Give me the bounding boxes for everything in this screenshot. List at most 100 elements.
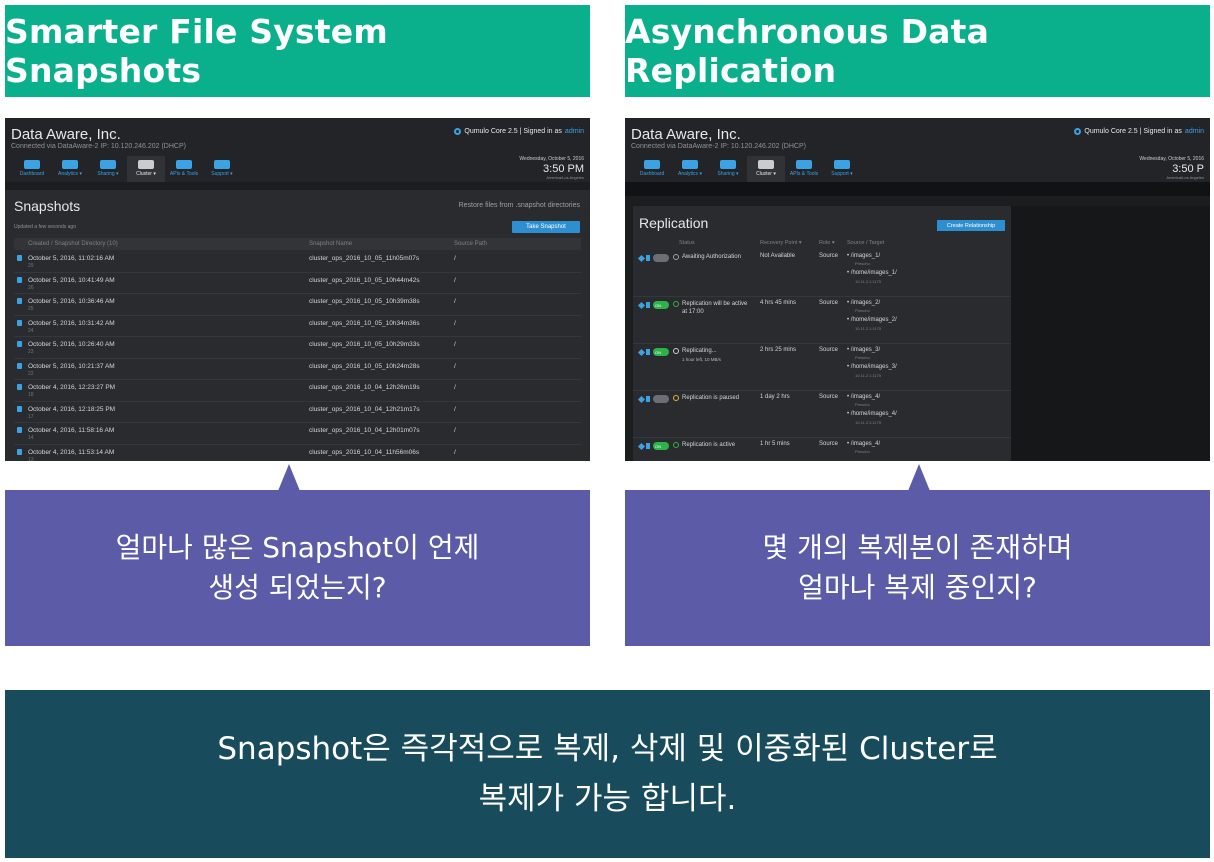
nav-cluster[interactable]: Cluster ▾ bbox=[127, 156, 165, 182]
snapshot-name: cluster_ops_2016_10_05_10h34m36s bbox=[309, 319, 420, 327]
replication-panel: Replication Create Relationship Status R… bbox=[633, 206, 1011, 461]
column-status[interactable]: Status bbox=[679, 240, 695, 246]
enable-toggle[interactable] bbox=[653, 254, 669, 262]
user-link[interactable]: admin bbox=[1185, 128, 1204, 135]
trash-icon[interactable] bbox=[646, 349, 650, 355]
trash-icon[interactable] bbox=[17, 255, 22, 261]
created-date: October 4, 2016, 11:58:16 AM bbox=[28, 427, 115, 434]
trash-icon[interactable] bbox=[17, 384, 22, 390]
table-row[interactable]: October 5, 2016, 10:31:42 AM 24 cluster_op… bbox=[14, 316, 581, 337]
enable-toggle[interactable]: ON bbox=[653, 348, 669, 356]
source-path: • /images_2/ bbox=[847, 300, 881, 306]
snapshot-name: cluster_ops_2016_10_04_12h21m17s bbox=[309, 405, 420, 413]
status-icon bbox=[673, 395, 679, 401]
target-path: • /home/images_2/ bbox=[847, 317, 897, 323]
nav-analytics[interactable]: Analytics ▾ bbox=[51, 156, 89, 182]
table-row[interactable]: October 4, 2016, 11:58:16 AM 14 cluster_op… bbox=[14, 423, 581, 445]
edit-icon[interactable] bbox=[637, 301, 646, 310]
table-row[interactable]: October 5, 2016, 11:02:16 AM 29 cluster_op… bbox=[14, 251, 581, 273]
recovery-point: Not Available bbox=[760, 253, 795, 259]
edit-icon[interactable] bbox=[637, 254, 646, 263]
trash-icon[interactable] bbox=[17, 341, 22, 347]
nav-apis-tools[interactable]: APIs & Tools bbox=[165, 156, 203, 182]
trash-icon[interactable] bbox=[17, 405, 22, 412]
trash-icon[interactable] bbox=[17, 362, 22, 369]
target-host: 10.11.2.1:1175 bbox=[855, 373, 882, 378]
table-row[interactable]: October 4, 2016, 12:18:25 PM 17 cluster_op… bbox=[14, 402, 581, 423]
account-info: Qumulo Core 2.5 | Signed in as admin bbox=[454, 128, 584, 135]
updated-status: Updated a few seconds ago bbox=[14, 224, 76, 230]
enable-toggle[interactable] bbox=[653, 395, 669, 403]
table-row[interactable]: October 5, 2016, 10:41:49 AM 26 cluster_op… bbox=[14, 273, 581, 294]
nav-support[interactable]: Support ▾ bbox=[823, 156, 861, 182]
snapshot-name: cluster_ops_2016_10_05_10h39m38s bbox=[309, 298, 420, 305]
source-path: • /images_4/ bbox=[847, 441, 881, 447]
nav-support[interactable]: Support ▾ bbox=[203, 156, 241, 182]
trash-icon[interactable] bbox=[646, 443, 650, 449]
target-host: 10.11.2.1:1175 bbox=[855, 326, 882, 331]
snapshot-name: cluster_ops_2016_10_05_10h44m42s bbox=[309, 276, 420, 284]
nav-sharing[interactable]: Sharing ▾ bbox=[709, 156, 747, 182]
source-path: • /images_3/ bbox=[847, 347, 881, 353]
enable-toggle[interactable]: ON bbox=[653, 442, 669, 450]
created-date: October 5, 2016, 10:36:46 AM bbox=[28, 298, 115, 305]
trash-icon[interactable] bbox=[17, 319, 22, 326]
snapshots-panel: Snapshots Restore files from .snapshot d… bbox=[5, 190, 590, 461]
nav-analytics[interactable]: Analytics ▾ bbox=[671, 156, 709, 182]
take-snapshot-button[interactable]: Take Snapshot bbox=[512, 221, 580, 233]
trash-icon[interactable] bbox=[646, 255, 650, 261]
snapshots-caption: 얼마나 많은 Snapshot이 언제 생성 되었는지? bbox=[5, 490, 590, 646]
replication-side-area bbox=[1011, 206, 1210, 461]
bubble-tail bbox=[278, 464, 300, 491]
column-name[interactable]: Snapshot Name bbox=[309, 241, 454, 247]
nav-apis-tools[interactable]: APIs & Tools bbox=[785, 156, 823, 182]
table-row[interactable]: October 5, 2016, 10:36:46 AM 25 cluster_op… bbox=[14, 294, 581, 316]
created-date: October 4, 2016, 12:23:27 PM bbox=[28, 384, 116, 391]
snapshot-name: cluster_ops_2016_10_05_10h24m28s bbox=[309, 362, 420, 370]
table-row[interactable]: October 5, 2016, 10:21:37 AM 22 cluster_op… bbox=[14, 359, 581, 380]
column-role[interactable]: Role ▾ bbox=[819, 240, 835, 246]
nav-dashboard[interactable]: Dashboard bbox=[13, 156, 51, 182]
trash-icon[interactable] bbox=[17, 427, 22, 433]
created-cell: October 4, 2016, 12:18:25 PM 17 bbox=[14, 402, 309, 423]
column-source-path[interactable]: Source Path bbox=[454, 241, 581, 247]
target-host: 10.11.2.1:1175 bbox=[855, 279, 882, 284]
analytics-icon bbox=[682, 160, 698, 169]
user-link[interactable]: admin bbox=[565, 128, 584, 135]
clock-timezone: America/Los Angeles bbox=[1166, 175, 1204, 180]
role: Source bbox=[819, 394, 839, 400]
snapshot-dir-number: 26 bbox=[28, 284, 34, 291]
table-row[interactable]: ON Replication will be active at 17:00 4 h… bbox=[633, 297, 1011, 344]
created-date: October 4, 2016, 11:53:14 AM bbox=[28, 448, 115, 456]
caption-line: 얼마나 복제 중인지? bbox=[798, 571, 1037, 604]
trash-icon[interactable] bbox=[646, 396, 650, 402]
restore-files-link[interactable]: Restore files from .snapshot directories bbox=[459, 202, 580, 209]
table-row[interactable]: October 5, 2016, 10:26:40 AM 23 cluster_op… bbox=[14, 337, 581, 359]
column-recovery-point[interactable]: Recovery Point ▾ bbox=[760, 240, 802, 246]
table-row[interactable]: October 4, 2016, 12:23:27 PM 18 cluster_op… bbox=[14, 380, 581, 402]
table-row[interactable]: Awaiting Authorization Not Available Sourc… bbox=[633, 250, 1011, 297]
table-row[interactable]: Replication is paused 1 day 2 hrs Source • … bbox=[633, 391, 1011, 438]
cluster-icon bbox=[758, 160, 774, 169]
edit-icon[interactable] bbox=[637, 442, 646, 451]
snapshot-name: cluster_ops_2016_10_04_12h26m19s bbox=[309, 384, 420, 391]
nav-cluster[interactable]: Cluster ▾ bbox=[747, 156, 785, 182]
table-row[interactable]: October 4, 2016, 11:53:14 AM 13 cluster_op… bbox=[14, 445, 581, 461]
trash-icon[interactable] bbox=[17, 276, 22, 283]
enable-toggle[interactable]: ON bbox=[653, 301, 669, 309]
trash-icon[interactable] bbox=[17, 448, 22, 455]
create-relationship-button[interactable]: Create Relationship bbox=[937, 220, 1005, 231]
table-row[interactable]: ON Replicating... 1 hour left, 10 MB/s 2 hr… bbox=[633, 344, 1011, 391]
main-nav: Dashboard Analytics ▾ Sharing ▾ Cluster … bbox=[633, 156, 861, 182]
nav-sharing[interactable]: Sharing ▾ bbox=[89, 156, 127, 182]
bubble-tail bbox=[908, 464, 930, 491]
nav-dashboard[interactable]: Dashboard bbox=[633, 156, 671, 182]
source-path: • /images_1/ bbox=[847, 253, 881, 259]
column-created[interactable]: Created / Snapshot Directory (10) bbox=[14, 241, 309, 247]
edit-icon[interactable] bbox=[637, 395, 646, 404]
trash-icon[interactable] bbox=[17, 298, 22, 304]
trash-icon[interactable] bbox=[646, 302, 650, 308]
table-row[interactable]: ON Replication is active 1 hr 5 mins Source… bbox=[633, 438, 1011, 461]
created-date: October 5, 2016, 10:31:42 AM bbox=[28, 319, 115, 327]
edit-icon[interactable] bbox=[637, 348, 646, 357]
